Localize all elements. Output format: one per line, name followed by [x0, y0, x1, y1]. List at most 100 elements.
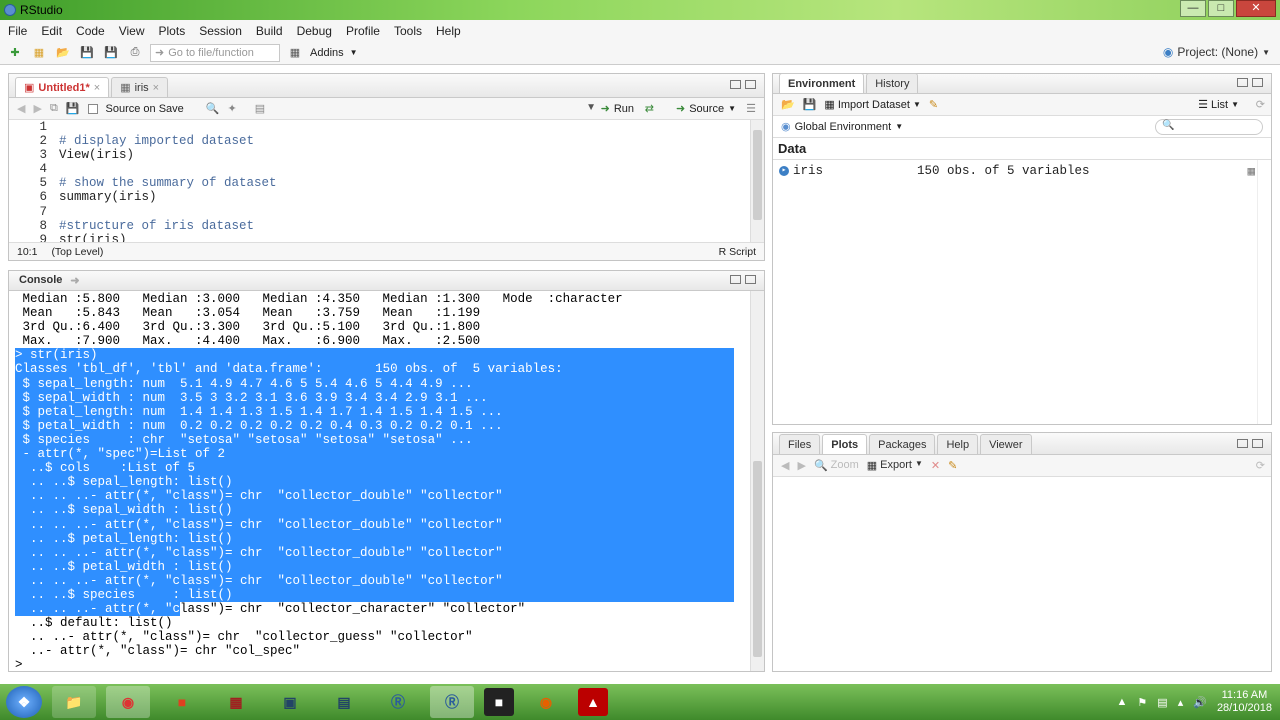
next-plot-icon[interactable]: ▶ [797, 459, 805, 472]
tab-help[interactable]: Help [937, 434, 979, 454]
env-scrollbar[interactable] [1257, 160, 1271, 424]
menu-file[interactable]: File [8, 24, 35, 38]
maximize-button[interactable]: □ [1208, 0, 1234, 17]
tab-environment[interactable]: Environment [779, 73, 865, 93]
load-workspace-icon[interactable]: 📂 [781, 98, 795, 111]
code-tools-icon[interactable]: ✦ [227, 102, 236, 115]
grid-layout-icon[interactable]: ▦ [286, 45, 304, 61]
forward-arrow-icon[interactable]: ▶ [33, 102, 41, 115]
tab-history[interactable]: History [866, 73, 919, 93]
tab-plots[interactable]: Plots [822, 434, 868, 454]
code-editor[interactable]: 123456789 # display imported dataset View… [9, 120, 750, 244]
addins-menu[interactable]: Addins [310, 47, 344, 59]
new-file-icon[interactable]: ✚ [6, 45, 24, 61]
remove-plot-icon[interactable]: ✕ [931, 459, 940, 472]
console-maximize-icon[interactable] [745, 275, 756, 284]
source-button[interactable]: ➜ Source ▼ [676, 102, 736, 116]
menu-build[interactable]: Build [256, 24, 291, 38]
scope-level[interactable]: (Top Level) [51, 246, 103, 258]
r-gui-icon[interactable]: Ⓡ [376, 686, 420, 718]
run-button[interactable]: ➜ Run [601, 102, 634, 116]
volume-icon[interactable]: 🔊 [1193, 696, 1207, 709]
clock[interactable]: 11:16 AM 28/10/2018 [1217, 689, 1272, 715]
save-all-icon[interactable]: 💾 [102, 45, 120, 61]
rerun-icon[interactable]: ⇄ [645, 102, 654, 115]
clear-plots-icon[interactable]: ✎ [948, 459, 957, 472]
pycharm-icon[interactable]: ■ [484, 688, 514, 716]
show-in-window-icon[interactable]: ⧉ [50, 102, 58, 115]
menu-help[interactable]: Help [436, 24, 469, 38]
project-app-icon[interactable]: ▦ [214, 686, 258, 718]
open-file-icon[interactable]: 📂 [54, 45, 72, 61]
close-tab-icon[interactable]: × [94, 82, 100, 94]
minimize-button[interactable]: — [1180, 0, 1206, 17]
tab-untitled1[interactable]: ▣ Untitled1* × [15, 77, 110, 97]
expand-icon[interactable]: ▸ [779, 166, 789, 176]
search-icon[interactable]: 🔍 [206, 102, 220, 115]
firefox-icon[interactable]: ◉ [524, 686, 568, 718]
grid-view-icon[interactable]: ▦ [1247, 163, 1255, 179]
tab-files[interactable]: Files [779, 434, 821, 454]
menu-profile[interactable]: Profile [346, 24, 388, 38]
menu-view[interactable]: View [119, 24, 153, 38]
console-output[interactable]: Median :5.800 Median :3.000 Median :4.35… [9, 291, 750, 671]
source-on-save-checkbox[interactable] [87, 103, 98, 114]
project-menu[interactable]: ◉ Project: (None) ▼ [1163, 45, 1270, 59]
chrome-icon[interactable]: ◉ [106, 686, 150, 718]
menu-edit[interactable]: Edit [41, 24, 70, 38]
tab-console[interactable]: Console ➜ [15, 270, 88, 290]
network-app-icon[interactable]: ▣ [268, 686, 312, 718]
minimize-pane-icon[interactable] [730, 80, 741, 89]
close-button[interactable]: ✕ [1236, 0, 1276, 17]
office-icon[interactable]: ■ [160, 686, 204, 718]
pdf-reader-icon[interactable]: ▲ [578, 688, 608, 716]
flag-icon[interactable]: ⚑ [1137, 696, 1147, 709]
file-type[interactable]: R Script [719, 246, 756, 258]
save-doc-icon[interactable]: 💾 [66, 102, 80, 115]
console-scrollbar[interactable] [750, 291, 764, 671]
maximize-pane-icon[interactable] [745, 80, 756, 89]
menu-tools[interactable]: Tools [394, 24, 430, 38]
files-minimize-icon[interactable] [1237, 439, 1248, 448]
editor-scrollbar[interactable] [750, 120, 764, 244]
menu-debug[interactable]: Debug [297, 24, 340, 38]
env-minimize-icon[interactable] [1237, 78, 1248, 87]
prev-plot-icon[interactable]: ◀ [781, 459, 789, 472]
save-workspace-icon[interactable]: 💾 [803, 98, 817, 111]
insert-chunk-icon[interactable]: ▼ [586, 102, 596, 113]
start-button-icon[interactable]: ❖ [6, 686, 42, 718]
console-minimize-icon[interactable] [730, 275, 741, 284]
signal-icon[interactable]: ▴ [1178, 696, 1184, 709]
goto-file-input[interactable]: ➜ Go to file/function [150, 43, 280, 62]
tab-viewer[interactable]: Viewer [980, 434, 1032, 454]
menu-code[interactable]: Code [76, 24, 113, 38]
menu-session[interactable]: Session [199, 24, 250, 38]
tab-iris[interactable]: ▦ iris × [111, 77, 169, 97]
show-hidden-icons-icon[interactable]: ▲ [1117, 696, 1128, 708]
tab-packages[interactable]: Packages [869, 434, 936, 454]
compile-report-icon[interactable]: ▤ [255, 102, 265, 115]
close-tab-icon[interactable]: × [153, 82, 159, 94]
save-icon[interactable]: 💾 [78, 45, 96, 61]
explorer-icon[interactable]: 📁 [52, 686, 96, 718]
env-row[interactable]: ▸ iris 150 obs. of 5 variables ▦ [773, 160, 1271, 182]
plots-refresh-icon[interactable]: ⟳ [1256, 459, 1265, 472]
files-maximize-icon[interactable] [1252, 439, 1263, 448]
new-project-icon[interactable]: ▦ [30, 45, 48, 61]
outline-icon[interactable]: ☰ [746, 102, 756, 115]
view-mode-select[interactable]: ☰ List ▼ [1198, 98, 1239, 112]
env-search-input[interactable]: 🔍 [1155, 118, 1263, 135]
import-dataset-button[interactable]: ▦ Import Dataset ▼ [824, 98, 920, 112]
refresh-icon[interactable]: ⟳ [1256, 98, 1265, 111]
env-maximize-icon[interactable] [1252, 78, 1263, 87]
export-button[interactable]: ▦ Export ▼ [867, 459, 923, 472]
broom-icon[interactable]: ✎ [929, 98, 938, 111]
back-arrow-icon[interactable]: ◀ [17, 102, 25, 115]
scope-select[interactable]: ◉ Global Environment ▼ [781, 120, 903, 134]
document-app-icon[interactable]: ▤ [322, 686, 366, 718]
rstudio-taskbar-icon[interactable]: Ⓡ [430, 686, 474, 718]
print-icon[interactable]: ⎙ [126, 45, 144, 61]
zoom-button[interactable]: 🔍 Zoom [814, 459, 859, 472]
menu-plots[interactable]: Plots [159, 24, 194, 38]
network-icon[interactable]: ▤ [1157, 696, 1167, 709]
